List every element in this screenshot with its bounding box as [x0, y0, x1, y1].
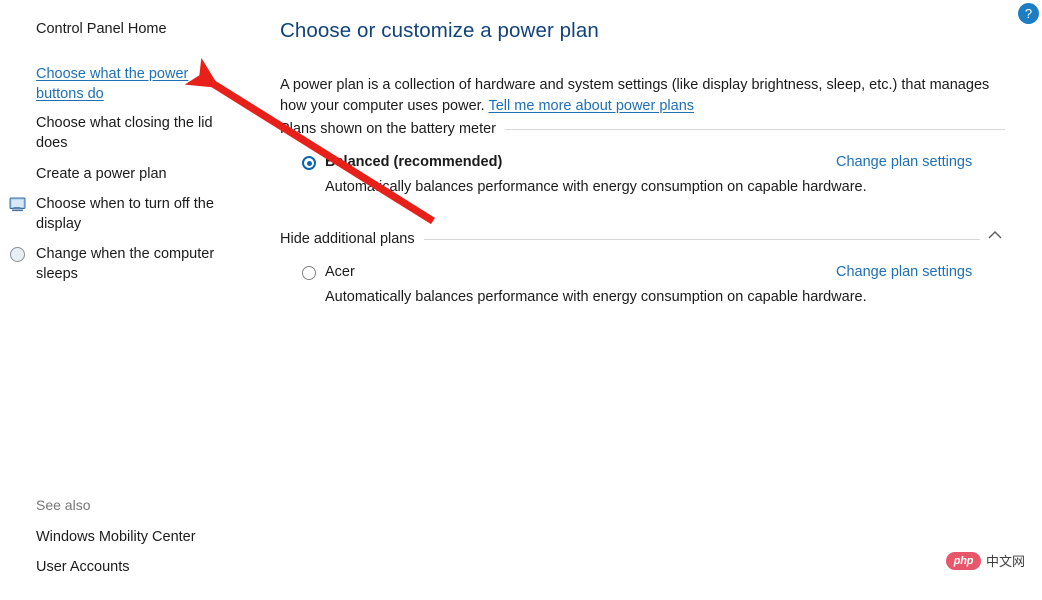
- section-divider: [505, 128, 1005, 130]
- chevron-up-icon[interactable]: [984, 226, 1006, 244]
- section-label-battery-plans: Plans shown on the battery meter: [280, 121, 497, 137]
- tell-me-more-link[interactable]: Tell me more about power plans: [488, 98, 694, 114]
- section-divider: [423, 238, 980, 240]
- change-plan-settings-link[interactable]: Change plan settings: [836, 154, 972, 170]
- intro-paragraph: A power plan is a collection of hardware…: [280, 75, 996, 117]
- plan-description: Automatically balances performance with …: [325, 289, 867, 305]
- main-content: Choose or customize a power plan A power…: [280, 0, 1042, 600]
- page-title: Choose or customize a power plan: [280, 19, 599, 42]
- plan-name: Acer: [325, 264, 355, 280]
- sidebar-item-windows-mobility-center[interactable]: Windows Mobility Center: [36, 527, 236, 547]
- sidebar-item-choose-what-power-buttons-do[interactable]: Choose what the power buttons do: [36, 64, 231, 104]
- plan-row[interactable]: Acer Change plan settings Automatically …: [302, 264, 1002, 305]
- plan-description: Automatically balances performance with …: [325, 179, 867, 195]
- sidebar-item-choose-what-closing-lid-does[interactable]: Choose what closing the lid does: [36, 113, 236, 153]
- section-header-additional-plans[interactable]: Hide additional plans: [280, 231, 980, 247]
- watermark: php 中文网: [946, 551, 1025, 570]
- plan-row[interactable]: Balanced (recommended) Change plan setti…: [302, 154, 1002, 195]
- radio-button-acer[interactable]: [302, 266, 316, 280]
- display-icon: [9, 196, 26, 213]
- watermark-text: 中文网: [986, 555, 1026, 570]
- sidebar-item-control-panel-home[interactable]: Control Panel Home: [36, 19, 236, 39]
- radio-button-balanced[interactable]: [302, 156, 316, 170]
- section-header-battery-plans: Plans shown on the battery meter: [280, 121, 1005, 137]
- plan-header: Acer Change plan settings: [302, 264, 1002, 284]
- sidebar-item-choose-when-to-turn-off-display[interactable]: Choose when to turn off the display: [36, 194, 231, 234]
- sidebar: Control Panel Home Choose what the power…: [0, 0, 276, 600]
- php-logo-badge: php: [946, 551, 981, 570]
- plan-name: Balanced (recommended): [325, 154, 503, 170]
- sleep-moon-icon: [9, 246, 26, 263]
- see-also-label: See also: [36, 497, 91, 513]
- sidebar-item-user-accounts[interactable]: User Accounts: [36, 557, 236, 577]
- change-plan-settings-link[interactable]: Change plan settings: [836, 264, 972, 280]
- sidebar-item-create-a-power-plan[interactable]: Create a power plan: [36, 164, 236, 184]
- section-label-hide-additional-plans: Hide additional plans: [280, 231, 415, 247]
- plan-header: Balanced (recommended) Change plan setti…: [302, 154, 1002, 174]
- sidebar-item-change-when-computer-sleeps[interactable]: Change when the computer sleeps: [36, 244, 231, 284]
